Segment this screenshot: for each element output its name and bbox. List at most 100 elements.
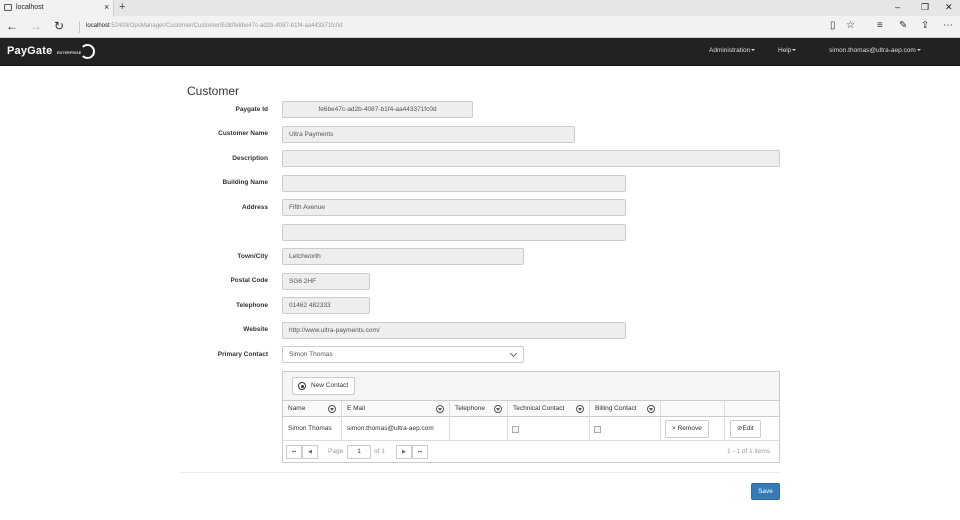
url-field[interactable]: localhost:52403/OpsManager/Customer/Cust… (86, 23, 343, 29)
web-note-icon[interactable]: ✎ (899, 20, 907, 31)
grid-header: Name E Mail Telephone Technical Contact … (283, 401, 779, 417)
grid-toolbar: New Contact (283, 372, 779, 401)
column-header-remove (661, 401, 725, 417)
browser-tab-bar: localhost × + – ❐ ✕ (0, 0, 960, 16)
filter-icon[interactable] (647, 405, 655, 413)
column-header-label: Technical Contact (513, 405, 565, 412)
primary-contact-value: Simon Thomas (289, 351, 333, 358)
restore-icon[interactable]: ❐ (921, 2, 929, 13)
new-tab-icon[interactable]: + (119, 1, 125, 13)
building-name-field[interactable] (282, 175, 626, 192)
nav-administration[interactable]: Administration (709, 47, 756, 54)
page-title: Customer (187, 84, 240, 98)
add-circle-icon (298, 382, 306, 390)
logo-swoosh-icon (80, 44, 95, 59)
cell-billing-contact (590, 417, 661, 441)
postal-code-label: Postal Code (230, 277, 268, 284)
page-icon (4, 4, 12, 11)
brand-logo[interactable]: PayGate (7, 45, 52, 57)
website-field[interactable]: http://www.ultra-payments.com/ (282, 322, 626, 339)
cell-remove: × Remove (661, 417, 725, 441)
back-icon[interactable]: ← (6, 19, 18, 33)
browser-tab[interactable]: localhost × (0, 0, 114, 16)
nav-administration-label: Administration (709, 47, 751, 54)
address-separator (79, 21, 80, 33)
edit-contact-button[interactable]: ⊘Edit (730, 420, 761, 438)
cell-technical-contact (508, 417, 590, 441)
more-icon[interactable]: ⋯ (943, 20, 953, 31)
edit-label: Edit (742, 425, 754, 432)
hub-icon[interactable]: ≡ (877, 20, 883, 31)
new-contact-button[interactable]: New Contact (292, 377, 356, 395)
primary-contact-label: Primary Contact (217, 351, 268, 358)
caret-down-icon (916, 49, 921, 52)
caret-down-icon (792, 49, 797, 52)
nav-help[interactable]: Help (778, 47, 797, 54)
page-count-label: of 1 (374, 448, 385, 455)
cell-telephone (450, 417, 508, 441)
remove-label: Remove (677, 425, 702, 432)
column-header-label: Name (288, 405, 306, 412)
website-label: Website (243, 326, 268, 333)
tab-title: localhost (16, 4, 44, 11)
minimize-icon[interactable]: – (895, 2, 900, 12)
url-path: :52403/OpsManager/Customer/Customer/Edit… (109, 23, 343, 29)
chevron-down-icon (509, 349, 518, 358)
technical-contact-checkbox[interactable] (512, 426, 519, 433)
page-label: Page (328, 448, 344, 455)
cell-name: Simon Thomas (283, 417, 342, 441)
cell-email: simon.thomas@ultra-aep.com (342, 417, 450, 441)
column-header-telephone[interactable]: Telephone (450, 401, 508, 417)
reading-view-icon[interactable]: ▯ (830, 20, 836, 31)
first-page-icon[interactable]: ⏮ (286, 445, 302, 459)
paygate-id-label: Paygate Id (235, 106, 268, 113)
next-page-icon[interactable]: ▶ (396, 445, 412, 459)
postal-code-field[interactable]: SG6 2HF (282, 273, 370, 290)
town-city-field[interactable]: Letchworth (282, 248, 524, 265)
forward-icon[interactable]: → (30, 19, 42, 33)
share-icon[interactable]: ⇪ (921, 20, 929, 31)
url-host: localhost (86, 23, 110, 29)
address-line2-field[interactable] (282, 224, 626, 241)
save-button[interactable]: Save (751, 483, 780, 500)
window-close-icon[interactable]: ✕ (945, 2, 953, 13)
filter-icon[interactable] (576, 405, 584, 413)
paygate-id-field[interactable]: fe6be47c-ad2b-4087-b1f4-aa443371fc0d (282, 101, 473, 118)
column-header-label: Telephone (455, 405, 485, 412)
close-tab-icon[interactable]: × (104, 2, 109, 12)
pager-info: 1 - 1 of 1 items (727, 448, 770, 455)
filter-icon[interactable] (494, 405, 502, 413)
address-line1-field[interactable]: Fifth Avenue (282, 199, 626, 216)
billing-contact-checkbox[interactable] (594, 426, 601, 433)
primary-contact-select[interactable]: Simon Thomas (282, 346, 524, 363)
customer-name-field[interactable]: Ultra Payments (282, 126, 575, 143)
address-bar: ← → ↻ localhost:52403/OpsManager/Custome… (0, 16, 960, 38)
brand-subtitle: ENTERPRISE (57, 51, 82, 55)
telephone-field[interactable]: 01462 482333 (282, 297, 370, 314)
building-name-label: Building Name (222, 179, 268, 186)
description-label: Description (232, 155, 268, 162)
description-field[interactable] (282, 150, 780, 167)
column-header-email[interactable]: E Mail (342, 401, 450, 417)
new-contact-label: New Contact (311, 382, 349, 389)
column-header-label: E Mail (347, 405, 366, 412)
nav-user-label: simon.thomas@ultra-aep.com (829, 47, 916, 54)
column-header-name[interactable]: Name (283, 401, 342, 417)
column-header-technical-contact[interactable]: Technical Contact (508, 401, 590, 417)
page-number-input[interactable]: 1 (347, 445, 371, 459)
column-header-label: Billing Contact (595, 405, 637, 412)
last-page-icon[interactable]: ⏭ (412, 445, 428, 459)
app-navbar: PayGate ENTERPRISE (0, 38, 960, 66)
filter-icon[interactable] (328, 405, 336, 413)
contacts-grid: New Contact Name E Mail Telephone Techni… (282, 371, 780, 463)
previous-page-icon[interactable]: ◀ (302, 445, 318, 459)
refresh-icon[interactable]: ↻ (54, 19, 64, 33)
nav-user[interactable]: simon.thomas@ultra-aep.com (829, 47, 921, 54)
favorite-star-icon[interactable]: ☆ (846, 20, 855, 31)
cell-edit: ⊘Edit (725, 417, 779, 441)
remove-contact-button[interactable]: × Remove (665, 420, 709, 438)
filter-icon[interactable] (436, 405, 444, 413)
column-header-billing-contact[interactable]: Billing Contact (590, 401, 661, 417)
address-label: Address (241, 204, 268, 211)
telephone-label: Telephone (235, 302, 268, 309)
